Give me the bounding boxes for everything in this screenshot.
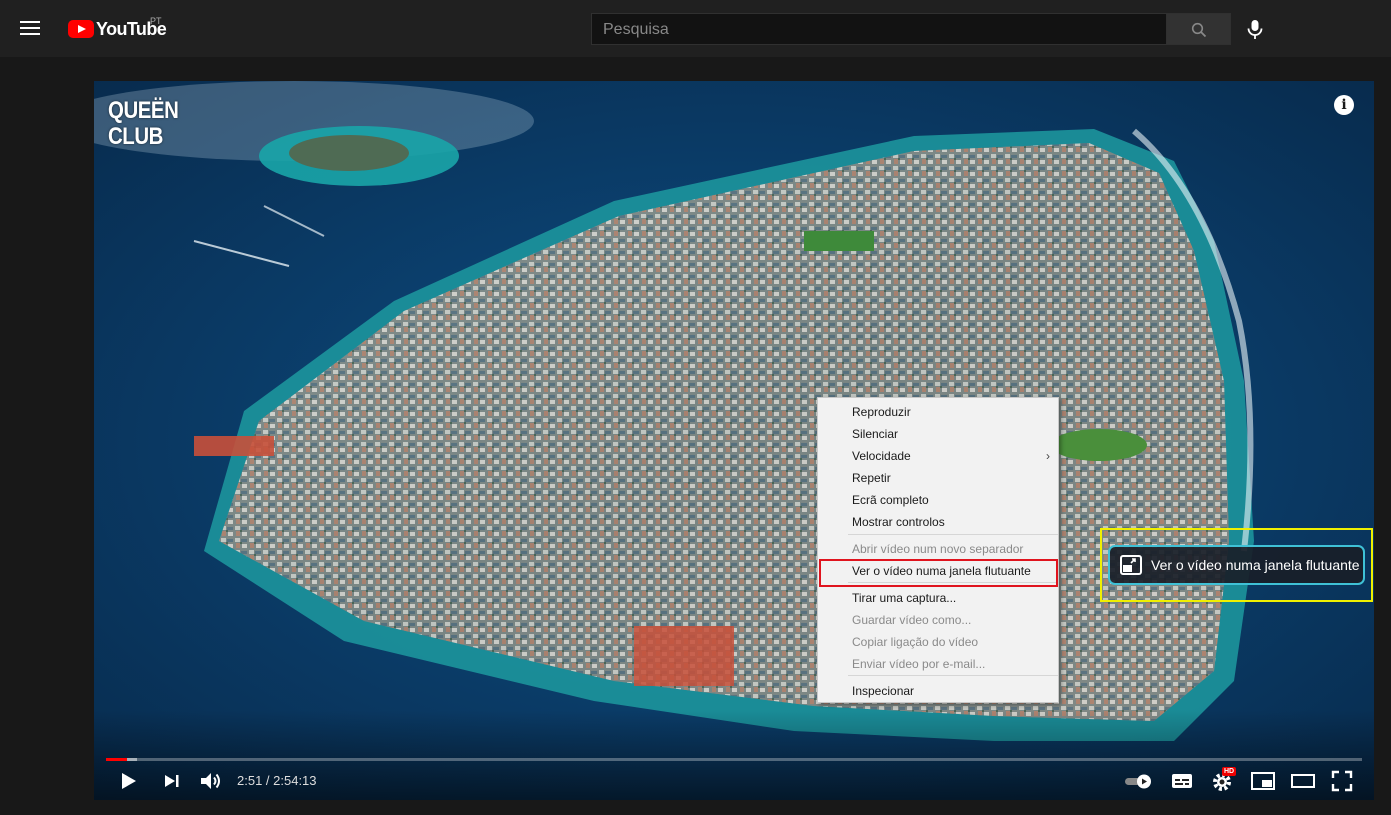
context-menu-item[interactable]: Repetir <box>818 467 1058 489</box>
search-placeholder: Pesquisa <box>603 21 669 38</box>
time-display: 2:51 / 2:54:13 <box>237 773 317 788</box>
info-icon[interactable]: i <box>1334 95 1354 115</box>
browser-page: YouTube PT Pesquisa QUEËN CLUB i 2:51 / … <box>0 0 1391 815</box>
fullscreen-icon[interactable] <box>1330 769 1354 793</box>
search-button[interactable] <box>1166 13 1231 45</box>
subtitles-icon[interactable] <box>1170 769 1194 793</box>
context-menu-item-label: Reproduzir <box>852 405 911 419</box>
progress-played <box>106 758 127 761</box>
context-menu-item-label: Repetir <box>852 471 891 485</box>
context-menu-item-label: Ver o vídeo numa janela flutuante <box>852 564 1031 578</box>
microphone-icon[interactable] <box>1244 18 1266 40</box>
hamburger-icon[interactable] <box>18 18 42 38</box>
country-code: PT <box>150 16 162 26</box>
settings-button[interactable]: HD <box>1210 767 1237 793</box>
watermark-line-1: QUEËN <box>108 97 179 124</box>
search-icon <box>1191 22 1207 38</box>
context-menu-item-label: Inspecionar <box>852 684 915 698</box>
youtube-logo[interactable]: YouTube PT <box>68 16 167 40</box>
video-player[interactable]: QUEËN CLUB i 2:51 / 2:54:13 HD <box>94 81 1374 800</box>
context-menu-item-label: Enviar vídeo por e-mail... <box>852 657 986 671</box>
miniplayer-icon[interactable] <box>1250 769 1276 793</box>
search-input[interactable]: Pesquisa <box>591 13 1167 45</box>
context-menu-item-label: Velocidade <box>852 449 911 463</box>
context-menu-item-label: Ecrã completo <box>852 493 929 507</box>
context-menu-item-label: Mostrar controlos <box>852 515 945 529</box>
context-menu-item[interactable]: Reproduzir <box>818 401 1058 423</box>
theater-mode-icon[interactable] <box>1290 769 1316 793</box>
context-menu-item[interactable]: Inspecionar <box>818 680 1058 702</box>
context-menu-item-label: Tirar uma captura... <box>852 591 957 605</box>
context-menu-separator <box>848 582 1058 583</box>
context-menu-item-label: Copiar ligação do vídeo <box>852 635 979 649</box>
pip-toggle-label: Ver o vídeo numa janela flutuante <box>1151 557 1360 573</box>
context-menu-separator <box>848 675 1058 676</box>
hd-badge: HD <box>1222 767 1237 776</box>
masthead: YouTube PT Pesquisa <box>0 0 1391 57</box>
context-menu-item-label: Abrir vídeo num novo separador <box>852 542 1024 556</box>
channel-watermark: QUEËN CLUB <box>108 98 191 150</box>
youtube-play-logo-icon <box>68 20 94 38</box>
context-menu-item[interactable]: Ecrã completo <box>818 489 1058 511</box>
context-menu-item: Enviar vídeo por e-mail... <box>818 653 1058 675</box>
context-menu-item[interactable]: Velocidade › <box>818 445 1058 467</box>
context-menu-item: Copiar ligação do vídeo <box>818 631 1058 653</box>
watermark-line-2: CLUB <box>108 123 163 150</box>
video-frame-aerial-island[interactable] <box>94 81 1374 800</box>
context-menu-item[interactable]: Tirar uma captura... <box>818 587 1058 609</box>
volume-icon[interactable] <box>198 769 224 793</box>
picture-in-picture-icon <box>1120 555 1142 575</box>
context-menu-item[interactable]: Silenciar <box>818 423 1058 445</box>
autoplay-toggle-icon[interactable] <box>1124 769 1154 793</box>
context-menu-item[interactable]: Ver o vídeo numa janela flutuante <box>818 560 1058 582</box>
video-context-menu: Reproduzir Silenciar Velocidade › Repetir Ecr… <box>817 397 1059 703</box>
progress-bar[interactable] <box>106 758 1362 761</box>
context-menu-item-label: Silenciar <box>852 427 899 441</box>
context-menu-item-label: Guardar vídeo como... <box>852 613 972 627</box>
pip-toggle-button[interactable]: Ver o vídeo numa janela flutuante <box>1108 545 1365 585</box>
play-icon[interactable] <box>116 769 140 793</box>
context-menu-item: Guardar vídeo como... <box>818 609 1058 631</box>
context-menu-separator <box>848 534 1058 535</box>
context-menu-item[interactable]: Mostrar controlos <box>818 511 1058 533</box>
chevron-right-icon: › <box>1046 449 1050 463</box>
context-menu-item: Abrir vídeo num novo separador <box>818 538 1058 560</box>
next-icon[interactable] <box>160 769 184 793</box>
